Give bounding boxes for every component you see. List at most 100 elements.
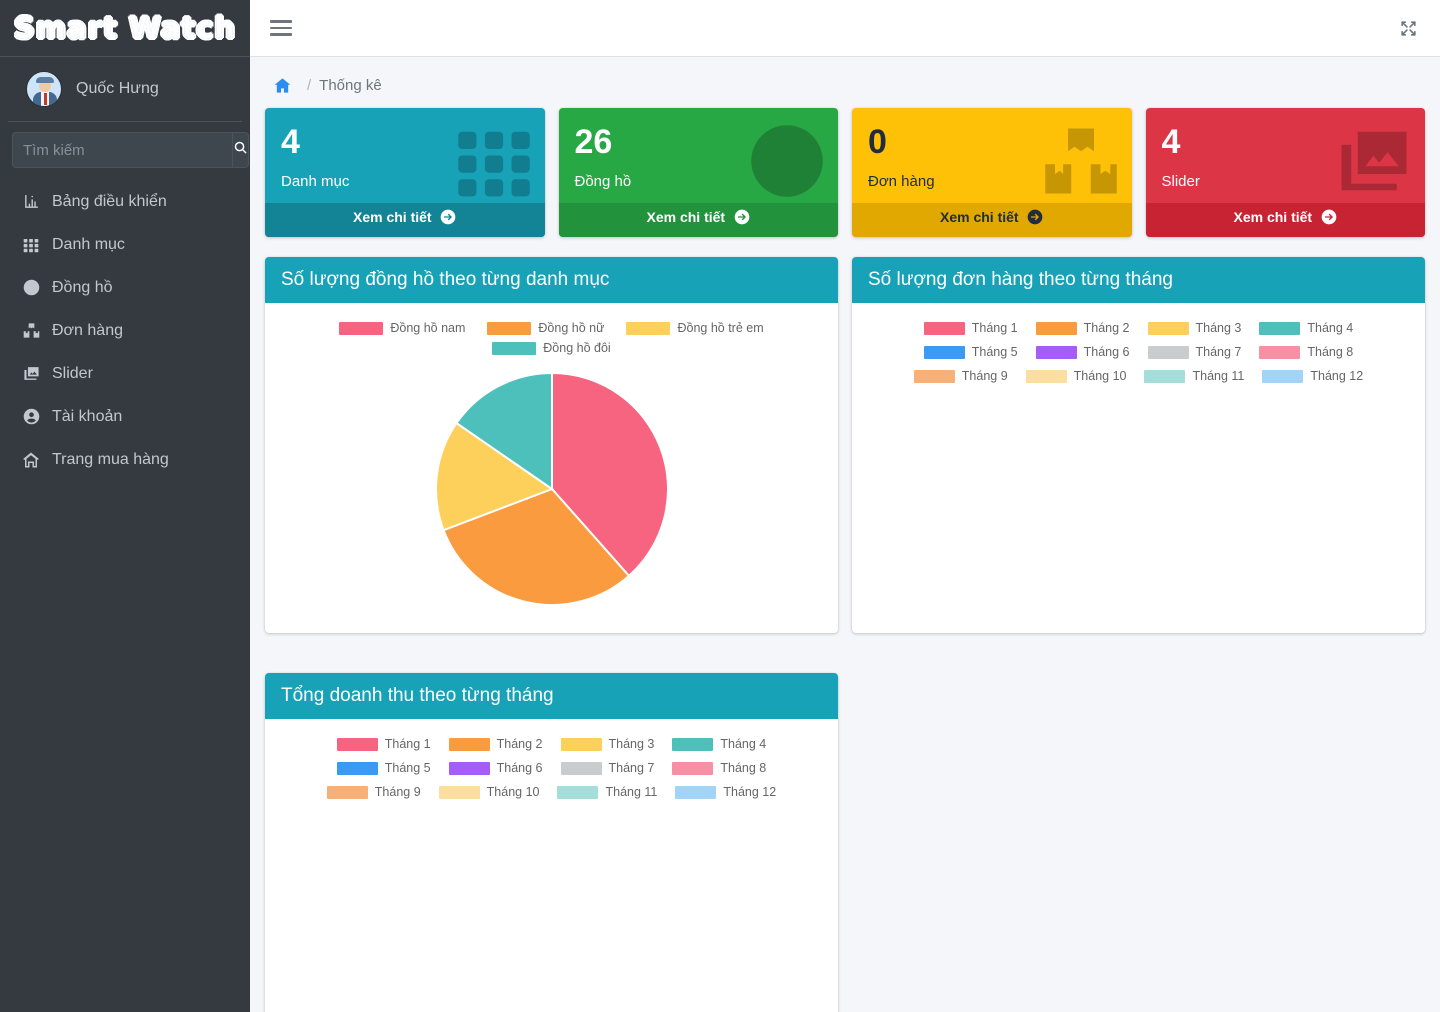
legend-swatch — [327, 786, 368, 799]
pie-svg — [434, 371, 670, 607]
pie-chart-title: Số lượng đồng hồ theo từng danh mục — [265, 257, 838, 303]
sidebar-item-label: Bảng điều khiển — [52, 193, 167, 211]
orders-chart-canvas — [864, 393, 1413, 563]
home-icon[interactable] — [274, 77, 291, 94]
legend-label: Tháng 4 — [720, 737, 766, 751]
legend-swatch — [1026, 370, 1067, 383]
legend-item[interactable]: Tháng 2 — [449, 737, 543, 751]
orders-chart-legend: Tháng 1 Tháng 2 Tháng 3 Tháng 4 Tháng 5 Tháng… — [864, 321, 1413, 393]
legend-item[interactable]: Tháng 9 — [327, 785, 421, 799]
breadcrumb-separator: / — [307, 77, 311, 94]
avatar — [26, 71, 62, 107]
stat-card-danh-muc: 4 Danh mục Xem chi tiết — [265, 108, 545, 237]
legend-item[interactable]: Đồng hồ đôi — [492, 341, 610, 355]
legend-label: Đồng hồ trẻ em — [677, 321, 763, 335]
legend-label: Đồng hồ nữ — [538, 321, 604, 335]
sidebar-item-bang-dieu-khien[interactable]: Bảng điều khiển — [8, 180, 242, 223]
legend-item[interactable]: Tháng 4 — [672, 737, 766, 751]
legend-swatch — [1036, 346, 1077, 359]
legend-label: Tháng 2 — [1084, 321, 1130, 335]
legend-item[interactable]: Tháng 8 — [1259, 345, 1353, 359]
legend-swatch — [561, 762, 602, 775]
sidebar-item-slider[interactable]: Slider — [8, 352, 242, 395]
legend-label: Tháng 6 — [497, 761, 543, 775]
legend-item[interactable]: Đồng hồ nữ — [487, 321, 604, 335]
legend-swatch — [1262, 370, 1303, 383]
legend-label: Tháng 12 — [723, 785, 776, 799]
sidebar-item-don-hang[interactable]: Đơn hàng — [8, 309, 242, 352]
content: 4 Danh mục Xem chi tiết — [250, 108, 1440, 1012]
sidebar-nav: Bảng điều khiển Danh mục — [0, 180, 250, 481]
legend-swatch — [1036, 322, 1077, 335]
search-input[interactable] — [12, 132, 232, 168]
legend-item[interactable]: Tháng 6 — [1036, 345, 1130, 359]
legend-label: Tháng 6 — [1084, 345, 1130, 359]
legend-item[interactable]: Tháng 11 — [557, 785, 657, 799]
legend-item[interactable]: Tháng 9 — [914, 369, 1008, 383]
legend-label: Tháng 1 — [385, 737, 431, 751]
grid-icon — [18, 237, 44, 253]
legend-item[interactable]: Tháng 1 — [337, 737, 431, 751]
search-button[interactable] — [232, 132, 249, 168]
charts-row: Số lượng đồng hồ theo từng danh mục Đồng… — [258, 257, 1432, 633]
legend-swatch — [439, 786, 480, 799]
stat-card-link[interactable]: Xem chi tiết — [852, 203, 1132, 237]
stat-card-don-hang: 0 Đơn hàng Xem chi tiết — [852, 108, 1132, 237]
images-icon — [1335, 122, 1413, 205]
legend-item[interactable]: Tháng 3 — [1148, 321, 1242, 335]
sidebar-item-dong-ho[interactable]: Đồng hồ — [8, 266, 242, 309]
orders-chart-body: Tháng 1 Tháng 2 Tháng 3 Tháng 4 Tháng 5 Tháng… — [852, 303, 1425, 633]
legend-item[interactable]: Tháng 6 — [449, 761, 543, 775]
sidebar-user-panel[interactable]: Quốc Hưng — [8, 57, 242, 122]
breadcrumb-current: Thống kê — [319, 77, 382, 94]
legend-item[interactable]: Tháng 8 — [672, 761, 766, 775]
chart-bar-icon — [18, 193, 44, 210]
legend-item[interactable]: Tháng 3 — [561, 737, 655, 751]
legend-item[interactable]: Tháng 7 — [1148, 345, 1242, 359]
legend-item[interactable]: Tháng 12 — [675, 785, 776, 799]
stat-card-link[interactable]: Xem chi tiết — [265, 203, 545, 237]
stat-card-link[interactable]: Xem chi tiết — [1146, 203, 1426, 237]
brand-logo[interactable]: Smart Watch — [0, 0, 250, 57]
stat-card-slider-col: 4 Slider Xem chi tiết — [1139, 108, 1433, 237]
legend-label: Đồng hồ đôi — [543, 341, 610, 355]
legend-item[interactable]: Tháng 5 — [924, 345, 1018, 359]
legend-label: Đồng hồ nam — [390, 321, 465, 335]
legend-label: Tháng 1 — [972, 321, 1018, 335]
legend-item[interactable]: Tháng 7 — [561, 761, 655, 775]
legend-label: Tháng 10 — [1074, 369, 1127, 383]
user-name: Quốc Hưng — [76, 80, 159, 98]
legend-item[interactable]: Tháng 10 — [1026, 369, 1127, 383]
legend-item[interactable]: Đồng hồ nam — [339, 321, 465, 335]
breadcrumb: / Thống kê — [250, 57, 1440, 108]
images-icon — [18, 365, 44, 382]
legend-item[interactable]: Tháng 2 — [1036, 321, 1130, 335]
stat-card-dong-ho-col: 26 Đồng hồ Xem chi tiết — [552, 108, 846, 237]
legend-label: Tháng 3 — [609, 737, 655, 751]
legend-item[interactable]: Tháng 12 — [1262, 369, 1363, 383]
search-icon — [233, 140, 248, 160]
revenue-chart-title: Tổng doanh thu theo từng tháng — [265, 673, 838, 719]
revenue-panel-col: Tổng doanh thu theo từng tháng Tháng 1 Th… — [258, 653, 845, 1012]
orders-panel-col: Số lượng đơn hàng theo từng tháng Tháng … — [845, 257, 1432, 633]
legend-item[interactable]: Tháng 1 — [924, 321, 1018, 335]
legend-item[interactable]: Tháng 10 — [439, 785, 540, 799]
brand-title: Smart Watch — [14, 11, 236, 45]
legend-swatch — [672, 738, 713, 751]
hamburger-icon[interactable] — [270, 16, 292, 40]
stat-card-dong-ho: 26 Đồng hồ Xem chi tiết — [559, 108, 839, 237]
stat-card-link[interactable]: Xem chi tiết — [559, 203, 839, 237]
legend-item[interactable]: Tháng 4 — [1259, 321, 1353, 335]
pie-chart-legend: Đồng hồ nam Đồng hồ nữ Đồng hồ trẻ em Đồng … — [277, 321, 826, 361]
legend-item[interactable]: Tháng 5 — [337, 761, 431, 775]
legend-item[interactable]: Tháng 11 — [1144, 369, 1244, 383]
home-icon — [18, 451, 44, 469]
sidebar-item-danh-muc[interactable]: Danh mục — [8, 223, 242, 266]
expand-arrows-icon[interactable] — [1399, 19, 1418, 38]
arrow-circle-right-icon — [1321, 209, 1337, 228]
sidebar-item-tai-khoan[interactable]: Tài khoản — [8, 395, 242, 438]
legend-item[interactable]: Đồng hồ trẻ em — [626, 321, 763, 335]
sidebar-item-trang-mua-hang[interactable]: Trang mua hàng — [8, 438, 242, 481]
legend-swatch — [492, 342, 536, 355]
stat-cards: 4 Danh mục Xem chi tiết — [258, 108, 1432, 237]
